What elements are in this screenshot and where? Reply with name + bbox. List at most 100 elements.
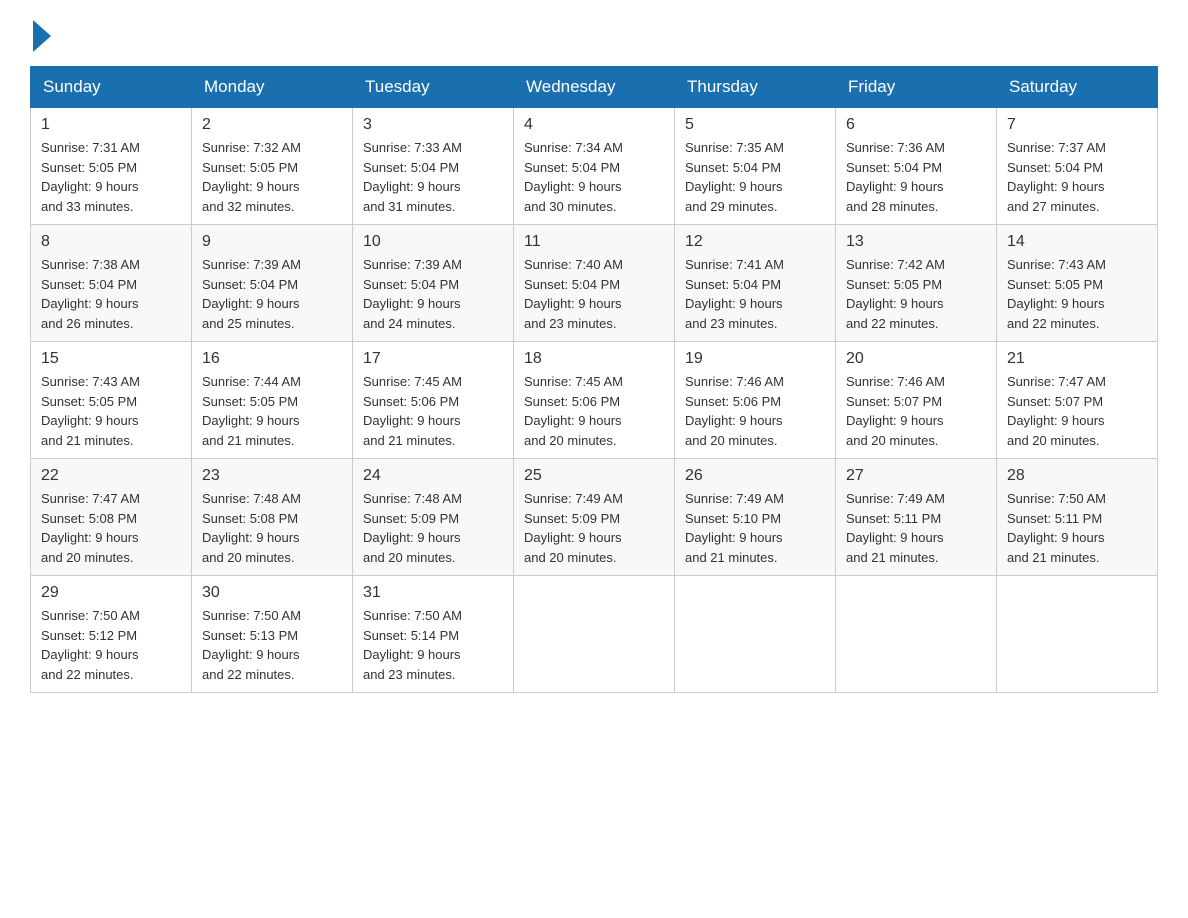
day-info: Sunrise: 7:43 AM Sunset: 5:05 PM Dayligh…	[41, 372, 181, 450]
day-number: 2	[202, 116, 342, 134]
calendar-cell: 7 Sunrise: 7:37 AM Sunset: 5:04 PM Dayli…	[997, 108, 1158, 225]
calendar-cell: 10 Sunrise: 7:39 AM Sunset: 5:04 PM Dayl…	[353, 225, 514, 342]
calendar-cell: 30 Sunrise: 7:50 AM Sunset: 5:13 PM Dayl…	[192, 576, 353, 693]
day-number: 23	[202, 467, 342, 485]
day-number: 14	[1007, 233, 1147, 251]
day-number: 8	[41, 233, 181, 251]
day-number: 17	[363, 350, 503, 368]
calendar-week-row: 1 Sunrise: 7:31 AM Sunset: 5:05 PM Dayli…	[31, 108, 1158, 225]
calendar-cell	[675, 576, 836, 693]
day-info: Sunrise: 7:38 AM Sunset: 5:04 PM Dayligh…	[41, 255, 181, 333]
day-number: 18	[524, 350, 664, 368]
calendar-cell: 4 Sunrise: 7:34 AM Sunset: 5:04 PM Dayli…	[514, 108, 675, 225]
calendar-cell: 13 Sunrise: 7:42 AM Sunset: 5:05 PM Dayl…	[836, 225, 997, 342]
column-header-tuesday: Tuesday	[353, 67, 514, 108]
calendar-week-row: 29 Sunrise: 7:50 AM Sunset: 5:12 PM Dayl…	[31, 576, 1158, 693]
logo-triangle-icon	[33, 20, 51, 52]
column-header-sunday: Sunday	[31, 67, 192, 108]
logo	[30, 20, 53, 46]
calendar-cell	[836, 576, 997, 693]
day-info: Sunrise: 7:32 AM Sunset: 5:05 PM Dayligh…	[202, 138, 342, 216]
day-number: 3	[363, 116, 503, 134]
day-number: 28	[1007, 467, 1147, 485]
day-number: 1	[41, 116, 181, 134]
calendar-cell: 11 Sunrise: 7:40 AM Sunset: 5:04 PM Dayl…	[514, 225, 675, 342]
calendar-week-row: 8 Sunrise: 7:38 AM Sunset: 5:04 PM Dayli…	[31, 225, 1158, 342]
calendar-cell	[514, 576, 675, 693]
calendar-week-row: 15 Sunrise: 7:43 AM Sunset: 5:05 PM Dayl…	[31, 342, 1158, 459]
calendar-cell: 31 Sunrise: 7:50 AM Sunset: 5:14 PM Dayl…	[353, 576, 514, 693]
day-number: 13	[846, 233, 986, 251]
day-info: Sunrise: 7:39 AM Sunset: 5:04 PM Dayligh…	[363, 255, 503, 333]
day-number: 4	[524, 116, 664, 134]
calendar-cell: 6 Sunrise: 7:36 AM Sunset: 5:04 PM Dayli…	[836, 108, 997, 225]
day-number: 21	[1007, 350, 1147, 368]
day-info: Sunrise: 7:49 AM Sunset: 5:09 PM Dayligh…	[524, 489, 664, 567]
day-number: 5	[685, 116, 825, 134]
column-header-friday: Friday	[836, 67, 997, 108]
day-info: Sunrise: 7:50 AM Sunset: 5:14 PM Dayligh…	[363, 606, 503, 684]
day-info: Sunrise: 7:37 AM Sunset: 5:04 PM Dayligh…	[1007, 138, 1147, 216]
day-number: 22	[41, 467, 181, 485]
day-info: Sunrise: 7:48 AM Sunset: 5:09 PM Dayligh…	[363, 489, 503, 567]
day-info: Sunrise: 7:48 AM Sunset: 5:08 PM Dayligh…	[202, 489, 342, 567]
day-number: 9	[202, 233, 342, 251]
day-info: Sunrise: 7:47 AM Sunset: 5:07 PM Dayligh…	[1007, 372, 1147, 450]
day-number: 15	[41, 350, 181, 368]
calendar-cell: 1 Sunrise: 7:31 AM Sunset: 5:05 PM Dayli…	[31, 108, 192, 225]
day-number: 7	[1007, 116, 1147, 134]
column-header-thursday: Thursday	[675, 67, 836, 108]
column-header-saturday: Saturday	[997, 67, 1158, 108]
calendar-cell: 26 Sunrise: 7:49 AM Sunset: 5:10 PM Dayl…	[675, 459, 836, 576]
calendar-cell: 17 Sunrise: 7:45 AM Sunset: 5:06 PM Dayl…	[353, 342, 514, 459]
calendar-cell: 19 Sunrise: 7:46 AM Sunset: 5:06 PM Dayl…	[675, 342, 836, 459]
calendar-cell: 15 Sunrise: 7:43 AM Sunset: 5:05 PM Dayl…	[31, 342, 192, 459]
day-info: Sunrise: 7:44 AM Sunset: 5:05 PM Dayligh…	[202, 372, 342, 450]
calendar-cell: 21 Sunrise: 7:47 AM Sunset: 5:07 PM Dayl…	[997, 342, 1158, 459]
day-info: Sunrise: 7:49 AM Sunset: 5:10 PM Dayligh…	[685, 489, 825, 567]
calendar-cell: 29 Sunrise: 7:50 AM Sunset: 5:12 PM Dayl…	[31, 576, 192, 693]
day-info: Sunrise: 7:47 AM Sunset: 5:08 PM Dayligh…	[41, 489, 181, 567]
day-info: Sunrise: 7:43 AM Sunset: 5:05 PM Dayligh…	[1007, 255, 1147, 333]
calendar-week-row: 22 Sunrise: 7:47 AM Sunset: 5:08 PM Dayl…	[31, 459, 1158, 576]
calendar-cell: 9 Sunrise: 7:39 AM Sunset: 5:04 PM Dayli…	[192, 225, 353, 342]
calendar-cell: 23 Sunrise: 7:48 AM Sunset: 5:08 PM Dayl…	[192, 459, 353, 576]
calendar-cell: 2 Sunrise: 7:32 AM Sunset: 5:05 PM Dayli…	[192, 108, 353, 225]
day-number: 20	[846, 350, 986, 368]
calendar-cell: 24 Sunrise: 7:48 AM Sunset: 5:09 PM Dayl…	[353, 459, 514, 576]
day-info: Sunrise: 7:50 AM Sunset: 5:11 PM Dayligh…	[1007, 489, 1147, 567]
calendar-cell: 14 Sunrise: 7:43 AM Sunset: 5:05 PM Dayl…	[997, 225, 1158, 342]
page-header	[30, 20, 1158, 46]
day-info: Sunrise: 7:33 AM Sunset: 5:04 PM Dayligh…	[363, 138, 503, 216]
column-header-wednesday: Wednesday	[514, 67, 675, 108]
calendar-cell: 27 Sunrise: 7:49 AM Sunset: 5:11 PM Dayl…	[836, 459, 997, 576]
calendar-cell: 5 Sunrise: 7:35 AM Sunset: 5:04 PM Dayli…	[675, 108, 836, 225]
day-info: Sunrise: 7:35 AM Sunset: 5:04 PM Dayligh…	[685, 138, 825, 216]
day-number: 19	[685, 350, 825, 368]
day-number: 12	[685, 233, 825, 251]
day-number: 16	[202, 350, 342, 368]
calendar-cell: 20 Sunrise: 7:46 AM Sunset: 5:07 PM Dayl…	[836, 342, 997, 459]
calendar-cell: 3 Sunrise: 7:33 AM Sunset: 5:04 PM Dayli…	[353, 108, 514, 225]
calendar-cell	[997, 576, 1158, 693]
day-info: Sunrise: 7:31 AM Sunset: 5:05 PM Dayligh…	[41, 138, 181, 216]
day-info: Sunrise: 7:42 AM Sunset: 5:05 PM Dayligh…	[846, 255, 986, 333]
day-info: Sunrise: 7:40 AM Sunset: 5:04 PM Dayligh…	[524, 255, 664, 333]
day-number: 30	[202, 584, 342, 602]
calendar-table: SundayMondayTuesdayWednesdayThursdayFrid…	[30, 66, 1158, 693]
day-info: Sunrise: 7:50 AM Sunset: 5:12 PM Dayligh…	[41, 606, 181, 684]
calendar-cell: 8 Sunrise: 7:38 AM Sunset: 5:04 PM Dayli…	[31, 225, 192, 342]
column-header-monday: Monday	[192, 67, 353, 108]
day-info: Sunrise: 7:45 AM Sunset: 5:06 PM Dayligh…	[524, 372, 664, 450]
day-number: 11	[524, 233, 664, 251]
day-number: 29	[41, 584, 181, 602]
day-number: 31	[363, 584, 503, 602]
day-info: Sunrise: 7:46 AM Sunset: 5:06 PM Dayligh…	[685, 372, 825, 450]
day-number: 10	[363, 233, 503, 251]
calendar-cell: 25 Sunrise: 7:49 AM Sunset: 5:09 PM Dayl…	[514, 459, 675, 576]
calendar-cell: 12 Sunrise: 7:41 AM Sunset: 5:04 PM Dayl…	[675, 225, 836, 342]
calendar-cell: 22 Sunrise: 7:47 AM Sunset: 5:08 PM Dayl…	[31, 459, 192, 576]
day-info: Sunrise: 7:39 AM Sunset: 5:04 PM Dayligh…	[202, 255, 342, 333]
day-info: Sunrise: 7:34 AM Sunset: 5:04 PM Dayligh…	[524, 138, 664, 216]
calendar-cell: 16 Sunrise: 7:44 AM Sunset: 5:05 PM Dayl…	[192, 342, 353, 459]
